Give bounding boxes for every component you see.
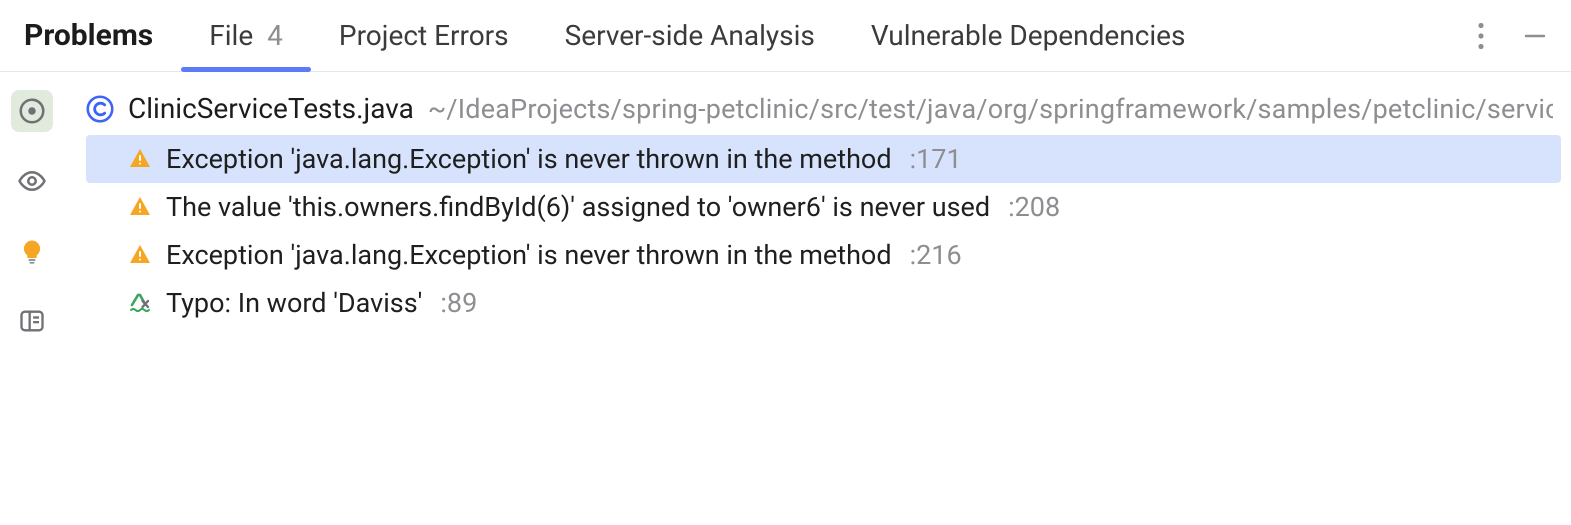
tabs-container: Problems File 4 Project Errors Server-si…	[20, 0, 1469, 71]
file-path: ~/IdeaProjects/spring-petclinic/src/test…	[428, 93, 1553, 125]
tool-inspections-target[interactable]	[11, 90, 53, 132]
tab-project-errors[interactable]: Project Errors	[311, 0, 537, 71]
tab-vulnerable-deps[interactable]: Vulnerable Dependencies	[843, 0, 1214, 71]
file-header[interactable]: ClinicServiceTests.java ~/IdeaProjects/s…	[86, 84, 1561, 135]
tabbar-right-controls	[1469, 22, 1559, 50]
tab-problems-title[interactable]: Problems	[20, 0, 181, 71]
issue-message: Exception 'java.lang.Exception' is never…	[166, 239, 892, 271]
issue-message: Exception 'java.lang.Exception' is never…	[166, 143, 892, 175]
issue-row[interactable]: Typo: In word 'Daviss' :89	[86, 279, 1561, 327]
target-icon	[17, 96, 47, 126]
issue-line: :216	[910, 239, 962, 271]
tool-intention-bulb[interactable]	[11, 230, 53, 272]
side-toolstrip	[0, 72, 64, 525]
tab-file-label: File	[209, 19, 253, 52]
tab-server-analysis-label: Server-side Analysis	[565, 19, 815, 52]
warning-icon	[128, 243, 152, 267]
problems-title-label: Problems	[24, 18, 153, 53]
tab-file-count: 4	[267, 19, 283, 52]
issue-message: The value 'this.owners.findById(6)' assi…	[166, 191, 990, 223]
bulb-icon	[18, 237, 46, 265]
problems-main: ClinicServiceTests.java ~/IdeaProjects/s…	[0, 72, 1571, 525]
problems-tabbar: Problems File 4 Project Errors Server-si…	[0, 0, 1571, 72]
tool-highlighting-eye[interactable]	[11, 160, 53, 202]
issue-row[interactable]: Exception 'java.lang.Exception' is never…	[86, 231, 1561, 279]
problems-content: ClinicServiceTests.java ~/IdeaProjects/s…	[64, 72, 1571, 525]
issue-line: :208	[1008, 191, 1060, 223]
issue-message: Typo: In word 'Daviss'	[166, 287, 422, 319]
tab-server-analysis[interactable]: Server-side Analysis	[537, 0, 843, 71]
warning-icon	[128, 147, 152, 171]
tab-vulnerable-deps-label: Vulnerable Dependencies	[871, 19, 1186, 52]
more-options-icon[interactable]	[1469, 22, 1493, 50]
eye-icon	[17, 166, 47, 196]
issue-row[interactable]: Exception 'java.lang.Exception' is never…	[86, 135, 1561, 183]
tool-panel-toggle[interactable]	[11, 300, 53, 342]
minimize-icon[interactable]	[1523, 22, 1547, 50]
issue-row[interactable]: The value 'this.owners.findById(6)' assi…	[86, 183, 1561, 231]
warning-icon	[128, 195, 152, 219]
panel-icon	[18, 307, 46, 335]
class-file-icon	[86, 95, 114, 123]
issue-line: :89	[440, 287, 477, 319]
issue-line: :171	[910, 143, 962, 175]
tab-file[interactable]: File 4	[181, 0, 311, 71]
file-name: ClinicServiceTests.java	[128, 92, 414, 125]
tab-project-errors-label: Project Errors	[339, 19, 509, 52]
typo-icon	[128, 291, 152, 315]
